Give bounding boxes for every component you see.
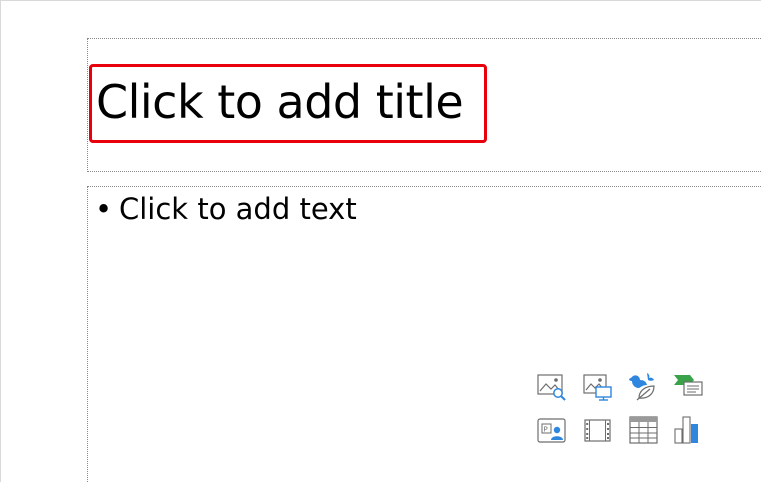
stock-images-icon[interactable] — [536, 372, 568, 402]
content-insert-icons: P — [536, 370, 706, 446]
smartart-icon[interactable] — [672, 371, 704, 401]
slide-left-edge — [0, 0, 1, 482]
insert-table-icon[interactable] — [627, 415, 659, 445]
body-placeholder-line[interactable]: • Click to add text — [95, 191, 357, 227]
online-pictures-icon[interactable] — [582, 372, 614, 402]
svg-text:P: P — [544, 426, 548, 434]
icons-icon[interactable] — [627, 371, 659, 401]
cameo-icon[interactable]: P — [536, 416, 568, 446]
slide-top-edge — [0, 0, 761, 1]
body-placeholder-text[interactable]: Click to add text — [119, 192, 357, 226]
bullet-marker: • — [95, 192, 113, 226]
slide-canvas: Click to add title • Click to add text P — [0, 0, 761, 482]
insert-video-icon[interactable] — [582, 416, 614, 446]
insert-chart-icon[interactable] — [672, 415, 704, 445]
title-highlight-rectangle — [89, 64, 487, 143]
